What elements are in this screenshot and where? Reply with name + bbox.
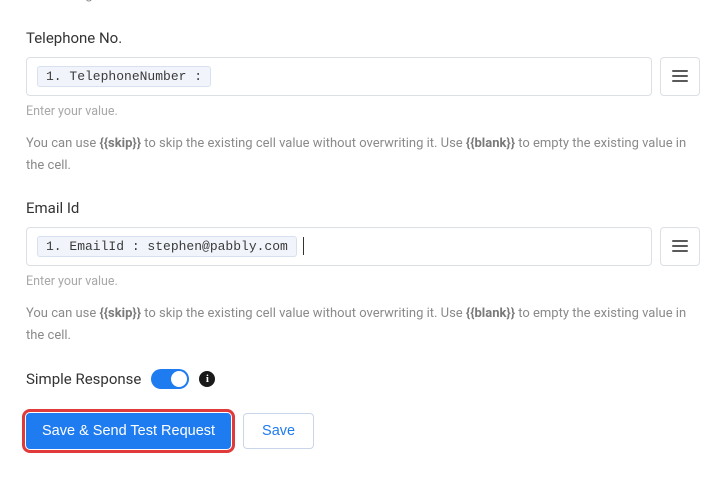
email-label: Email Id (26, 199, 700, 217)
email-hint: You can use {{skip}} to skip the existin… (26, 303, 700, 347)
save-button[interactable]: Save (243, 413, 314, 449)
info-icon[interactable]: i (199, 371, 215, 387)
telephone-input[interactable]: 1. TelephoneNumber : (26, 57, 652, 96)
field-email: Email Id 1. EmailId : stephen@pabbly.com… (26, 199, 700, 347)
save-send-test-button[interactable]: Save & Send Test Request (26, 413, 231, 449)
email-input[interactable]: 1. EmailId : stephen@pabbly.com (26, 227, 652, 266)
telephone-token: 1. TelephoneNumber : (37, 66, 211, 87)
simple-response-row: Simple Response i (26, 369, 700, 389)
hamburger-icon (672, 70, 688, 82)
email-menu-button[interactable] (660, 227, 700, 266)
hamburger-icon (672, 240, 688, 252)
text-cursor (303, 237, 304, 255)
field-telephone: Telephone No. 1. TelephoneNumber : Enter… (26, 29, 700, 177)
email-helper: Enter your value. (26, 274, 700, 289)
telephone-helper: Enter your value. (26, 104, 700, 119)
hint-text-cutoff: the existing value in the cell. (26, 0, 700, 7)
simple-response-label: Simple Response (26, 370, 141, 388)
telephone-menu-button[interactable] (660, 57, 700, 96)
email-token: 1. EmailId : stephen@pabbly.com (37, 236, 297, 257)
action-buttons: Save & Send Test Request Save (26, 413, 700, 449)
telephone-hint: You can use {{skip}} to skip the existin… (26, 133, 700, 177)
simple-response-toggle[interactable] (151, 369, 189, 389)
toggle-knob (171, 371, 187, 387)
telephone-label: Telephone No. (26, 29, 700, 47)
